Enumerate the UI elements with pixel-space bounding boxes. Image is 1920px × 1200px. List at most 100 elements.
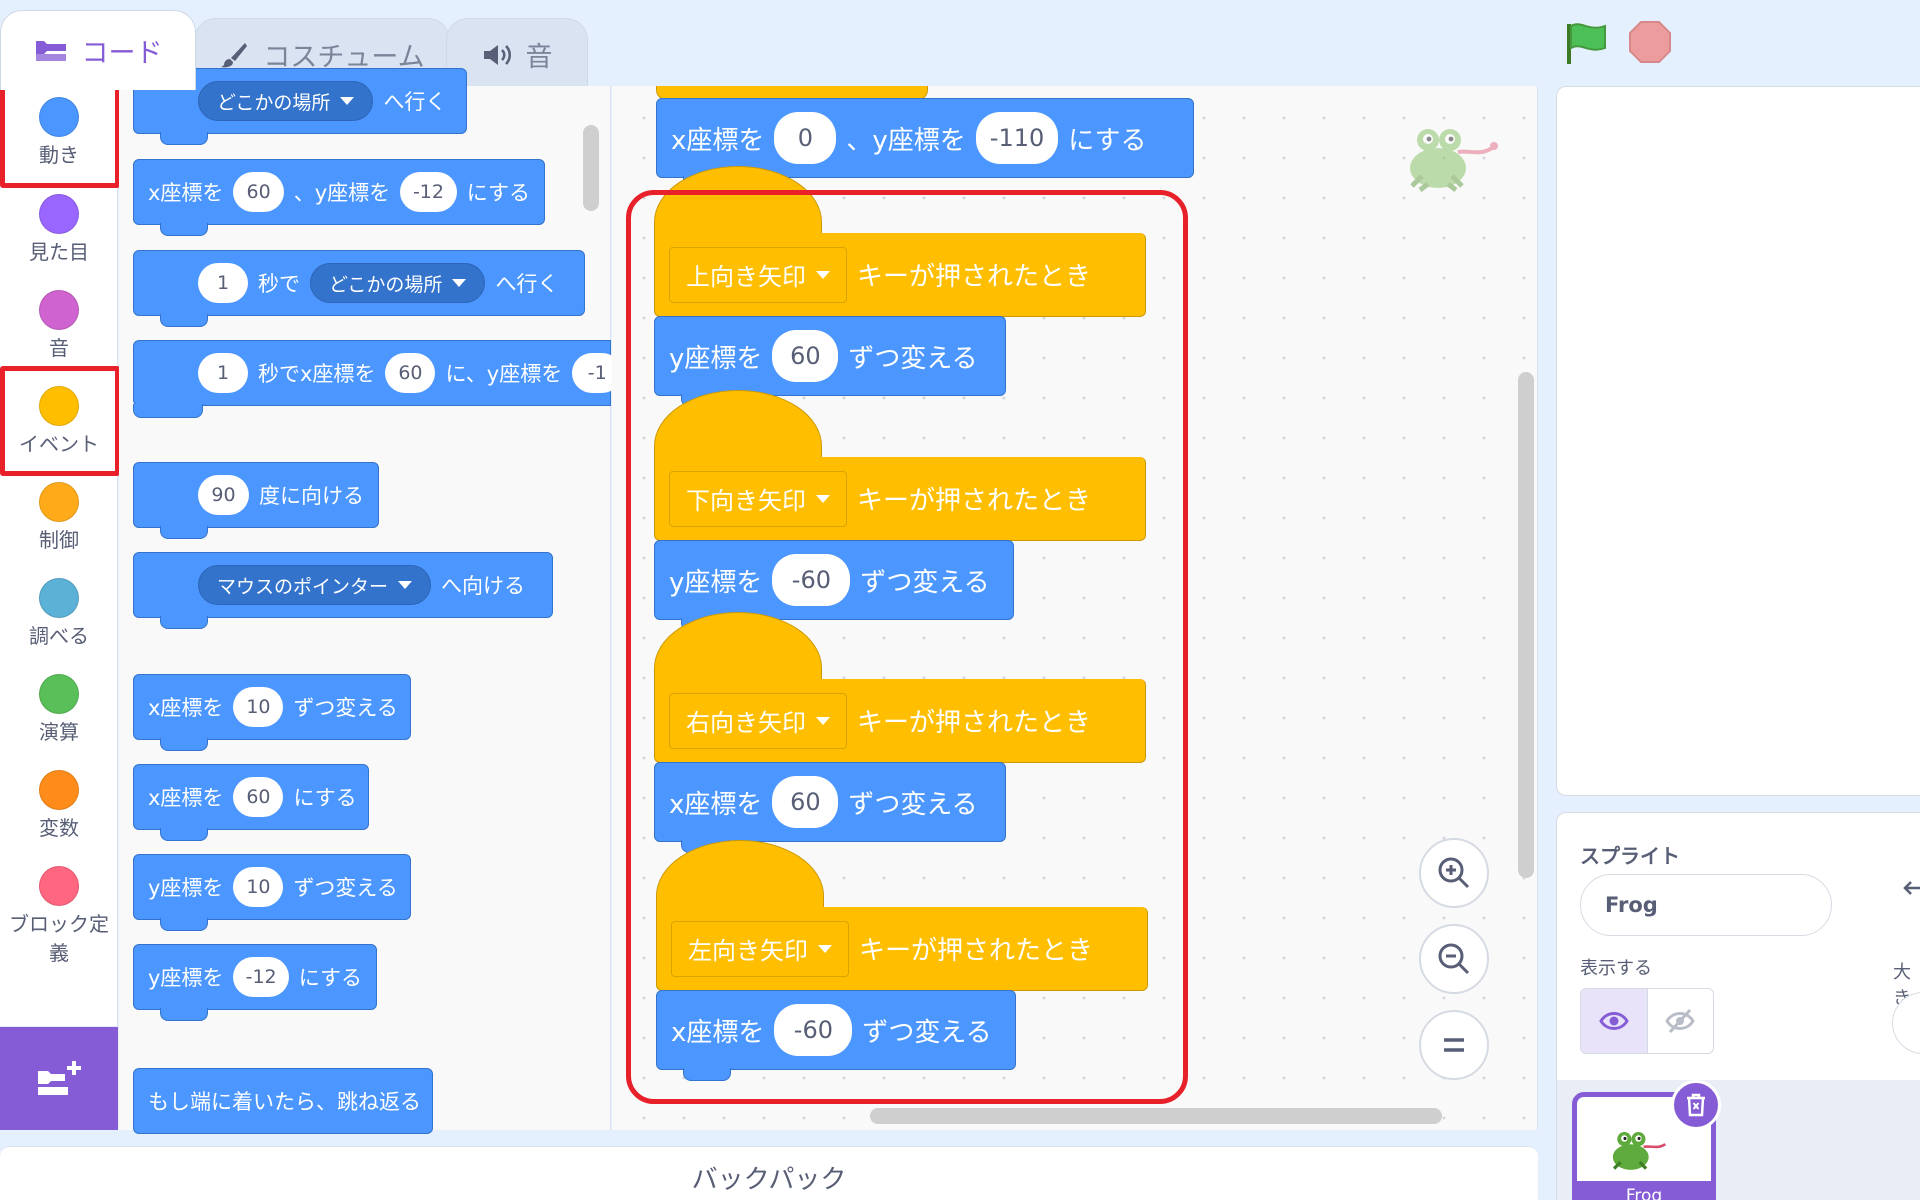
category-dot: [39, 674, 79, 714]
number-input[interactable]: -12: [400, 172, 457, 212]
number-input[interactable]: 60: [233, 777, 284, 817]
x-arrow-icon: [1903, 881, 1920, 895]
frog-sprite-icon: [1612, 1132, 1667, 1170]
block-text: へ行く: [383, 90, 447, 114]
block-glide-xy[interactable]: 1 秒でx座標を 60 に、y座標を -1: [133, 340, 623, 406]
category-label: 見た目: [29, 240, 89, 264]
number-input[interactable]: 90: [198, 475, 249, 515]
trash-icon: [1687, 1093, 1705, 1117]
sprite-name-field[interactable]: Frog: [1580, 874, 1832, 936]
highlight-events-category: [0, 366, 120, 476]
workspace-horizontal-scrollbar[interactable]: [870, 1108, 1442, 1124]
zoom-out-icon: [1438, 943, 1470, 975]
block-text: 、y座標を: [293, 181, 391, 205]
number-input[interactable]: 0: [774, 112, 837, 164]
stage[interactable]: [1556, 86, 1920, 796]
zoom-out-button[interactable]: [1419, 924, 1489, 994]
eye-off-icon: [1665, 1008, 1696, 1034]
speaker-icon: [483, 44, 511, 65]
block-set-y[interactable]: y座標を -12 にする: [133, 944, 377, 1021]
block-gotoxy[interactable]: x座標を 60 、y座標を -12 にする: [133, 159, 545, 236]
block-text: へ行く: [495, 272, 559, 296]
equals-icon: [1444, 1038, 1464, 1052]
number-input[interactable]: 10: [233, 867, 284, 907]
category-variables[interactable]: 変数: [0, 770, 118, 843]
backpack-label: バックパック: [691, 1165, 847, 1195]
block-point-direction[interactable]: 90 度に向ける: [133, 462, 379, 539]
stop-icon[interactable]: [1628, 20, 1672, 64]
frog-sprite-watermark-icon: [1410, 129, 1498, 192]
glide-dropdown[interactable]: どこかの場所: [310, 263, 486, 303]
category-dot: [39, 194, 79, 234]
block-text: x座標を: [148, 696, 224, 720]
category-sound[interactable]: 音: [0, 290, 118, 363]
number-input[interactable]: 60: [233, 172, 284, 212]
zoom-reset-button[interactable]: [1419, 1010, 1489, 1080]
block-text: 秒で: [258, 272, 300, 296]
number-input[interactable]: 1: [198, 263, 248, 303]
code-icon: [35, 40, 66, 61]
block-change-x[interactable]: x座標を 10 ずつ変える: [133, 674, 411, 751]
highlight-motion-category: [0, 80, 120, 188]
block-text: 度に向ける: [259, 484, 364, 508]
sprite-thumbnail-name: Frog: [1577, 1181, 1711, 1200]
category-label: 調べる: [29, 624, 89, 648]
goto-dropdown[interactable]: どこかの場所: [198, 81, 374, 121]
show-sprite-button[interactable]: [1581, 989, 1648, 1053]
backpack-bar[interactable]: バックパック: [0, 1146, 1538, 1200]
block-text: y座標を: [148, 966, 224, 990]
hide-sprite-button[interactable]: [1648, 989, 1714, 1053]
number-input[interactable]: -110: [975, 112, 1059, 164]
workspace-vertical-scrollbar[interactable]: [1518, 372, 1534, 878]
delete-sprite-button[interactable]: [1671, 1080, 1721, 1130]
caret-down-icon: [452, 279, 467, 287]
caret-down-icon: [340, 97, 355, 105]
block-point-towards[interactable]: マウスのポインター へ向ける: [133, 552, 553, 629]
category-label: ブロック定義: [9, 912, 109, 965]
number-input[interactable]: 1: [198, 353, 248, 393]
category-my-blocks[interactable]: ブロック定義: [0, 866, 118, 968]
highlight-scripts-box: [626, 190, 1188, 1104]
category-dot: [39, 482, 79, 522]
block-text: x座標を: [148, 181, 224, 205]
show-label: 表示する: [1580, 958, 1652, 979]
eye-icon: [1598, 1012, 1629, 1030]
glide-dropdown-text: どこかの場所: [329, 273, 443, 296]
tab-sounds-label: 音: [525, 42, 553, 73]
block-text: にする: [466, 181, 530, 205]
tab-code[interactable]: コード: [0, 10, 196, 90]
goto-dropdown-text: どこかの場所: [217, 91, 331, 114]
block-text: にする: [298, 966, 362, 990]
category-label: 制御: [39, 528, 79, 552]
palette-scrollbar[interactable]: [583, 125, 599, 211]
block-glide[interactable]: 1 秒で どこかの場所 へ行く: [133, 250, 585, 327]
add-extension-button[interactable]: [0, 1027, 118, 1130]
category-looks[interactable]: 見た目: [0, 194, 118, 267]
brush-icon: [221, 42, 248, 67]
number-input[interactable]: 60: [385, 353, 436, 393]
block-text: にする: [1068, 125, 1147, 156]
block-text: x座標を: [148, 786, 224, 810]
block-bounce[interactable]: もし端に着いたら、跳ね返る: [133, 1068, 433, 1134]
zoom-in-icon: [1438, 857, 1470, 889]
block-text: にする: [293, 786, 357, 810]
green-flag-icon[interactable]: [1563, 20, 1611, 68]
number-input[interactable]: 10: [233, 687, 284, 727]
category-sensing[interactable]: 調べる: [0, 578, 118, 651]
zoom-in-button[interactable]: [1419, 838, 1489, 908]
tab-sounds[interactable]: 音: [446, 18, 588, 90]
block-change-y[interactable]: y座標を 10 ずつ変える: [133, 854, 411, 931]
block-set-x[interactable]: x座標を 60 にする: [133, 764, 369, 841]
block-text: 秒でx座標を: [258, 362, 376, 386]
block-text: ずつ変える: [293, 696, 398, 720]
category-dot: [39, 866, 79, 906]
point-towards-dropdown[interactable]: マウスのポインター: [198, 565, 432, 605]
number-input[interactable]: -12: [233, 957, 289, 997]
block-glide-xy-underside: [133, 404, 203, 418]
category-operators[interactable]: 演算: [0, 674, 118, 747]
category-dot: [39, 290, 79, 330]
block-text: 、y座標を: [846, 125, 966, 156]
block-text: もし端に着いたら、跳ね返る: [148, 1090, 421, 1114]
caret-down-icon: [398, 581, 413, 589]
category-control[interactable]: 制御: [0, 482, 118, 555]
